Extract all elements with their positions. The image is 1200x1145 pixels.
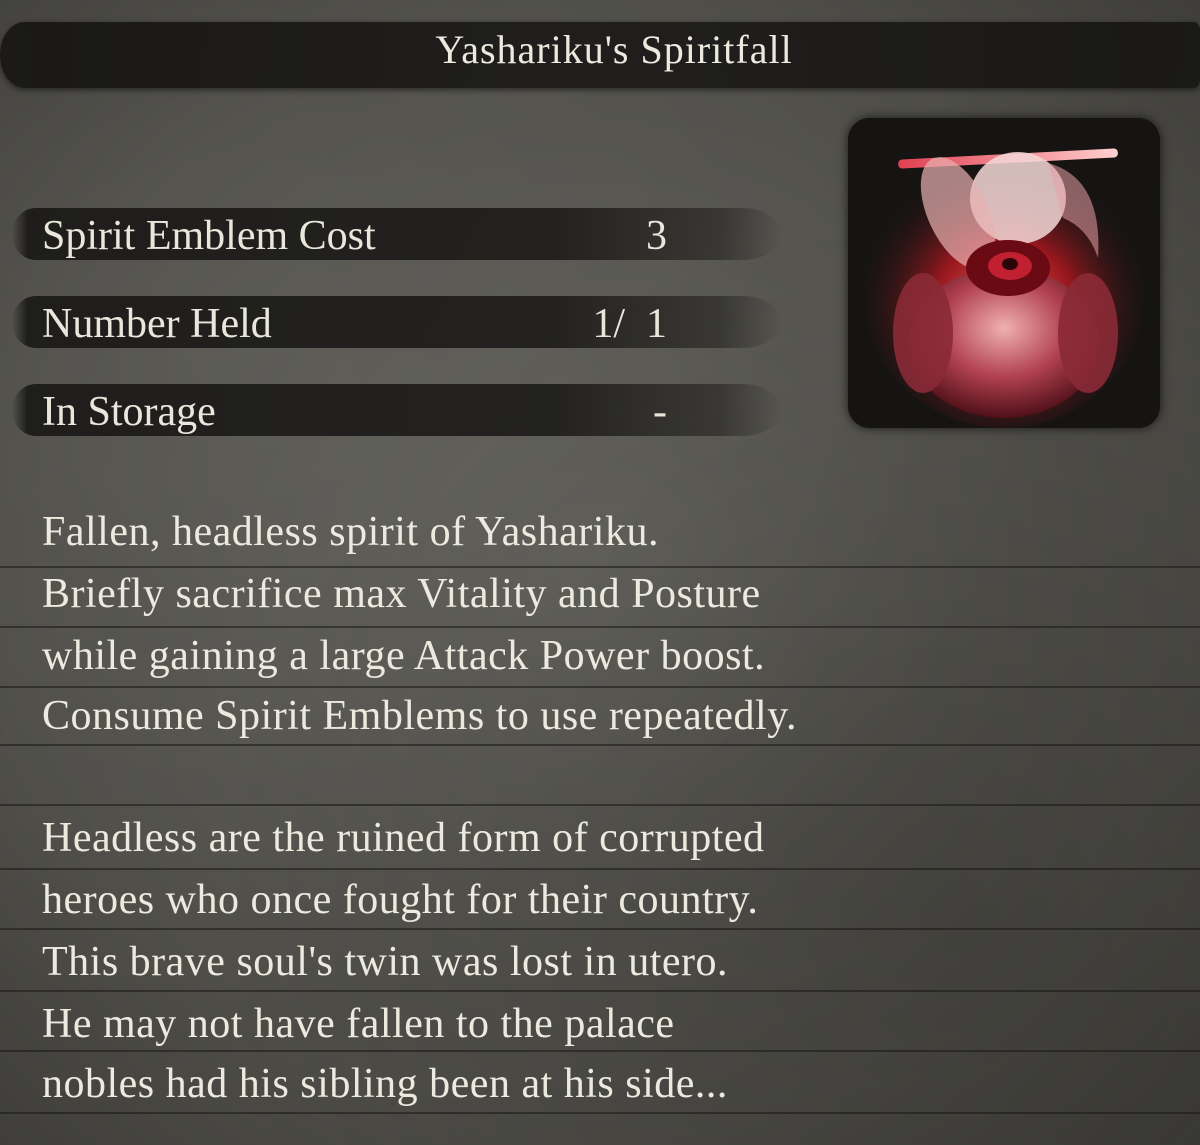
stat-row-number-held: Number Held 1/ 1: [12, 296, 782, 348]
divider: [0, 626, 1200, 628]
stat-label: Number Held: [42, 301, 272, 347]
description-line: while gaining a large Attack Power boost…: [42, 633, 766, 679]
item-title: Yashariku's Spiritfall: [435, 27, 793, 72]
divider: [0, 868, 1200, 870]
description-line: Fallen, headless spirit of Yashariku.: [42, 509, 659, 555]
stat-row-spirit-emblem-cost: Spirit Emblem Cost 3: [12, 208, 782, 260]
stat-label: Spirit Emblem Cost: [42, 213, 376, 259]
divider: [0, 744, 1200, 746]
item-icon-frame: [848, 118, 1160, 428]
divider: [0, 1050, 1200, 1052]
divider: [0, 928, 1200, 930]
stat-label: In Storage: [42, 389, 216, 435]
divider: [0, 990, 1200, 992]
divider: [0, 686, 1200, 688]
lore-line: He may not have fallen to the palace: [42, 1001, 675, 1047]
stat-value: -: [653, 389, 667, 435]
lore-line: Headless are the ruined form of corrupte…: [42, 815, 765, 861]
divider: [0, 1112, 1200, 1114]
divider: [0, 804, 1200, 806]
stat-value: 1/ 1: [592, 301, 667, 347]
description-line: Briefly sacrifice max Vitality and Postu…: [42, 571, 761, 617]
stat-row-in-storage: In Storage -: [12, 384, 782, 436]
stat-value: 3: [646, 213, 667, 259]
divider: [0, 566, 1200, 568]
yashariku-spiritfall-icon: [848, 118, 1160, 428]
